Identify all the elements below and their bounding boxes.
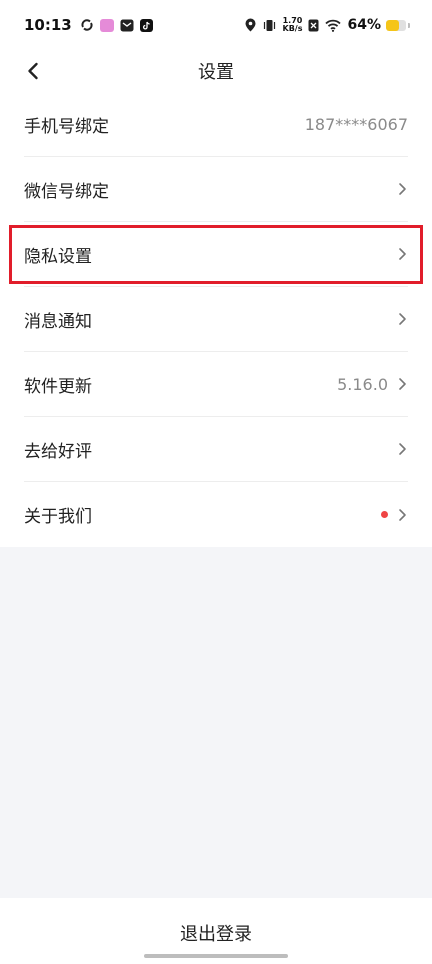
settings-row-about-us[interactable]: 关于我们 — [24, 482, 408, 547]
settings-row-privacy[interactable]: 隐私设置 — [9, 222, 423, 287]
battery-icon — [386, 19, 406, 31]
location-icon — [245, 18, 256, 32]
chevron-right-icon — [396, 182, 408, 196]
settings-row-label: 去给好评 — [24, 441, 92, 462]
settings-row-right — [381, 508, 408, 522]
settings-row-right — [396, 312, 408, 326]
battery-tip — [408, 22, 410, 28]
version-value: 5.16.0 — [337, 374, 388, 394]
settings-row-label: 手机号绑定 — [24, 116, 109, 137]
battery-indicator: 64% — [347, 17, 410, 33]
chevron-left-icon — [28, 62, 38, 80]
settings-row-software-update[interactable]: 软件更新 5.16.0 — [24, 352, 408, 417]
settings-row-rate-app[interactable]: 去给好评 — [24, 417, 408, 482]
chevron-right-icon — [396, 377, 408, 391]
back-button[interactable] — [20, 58, 46, 84]
home-indicator[interactable] — [144, 954, 288, 958]
logout-bar: 退出登录 — [0, 898, 432, 964]
navigation-header: 设置 — [0, 50, 432, 92]
app-notification-icon — [99, 18, 114, 32]
settings-row-label: 隐私设置 — [24, 246, 92, 267]
chevron-right-icon — [396, 247, 408, 261]
settings-row-right — [396, 247, 408, 261]
no-sim-icon — [308, 19, 319, 32]
settings-row-notifications[interactable]: 消息通知 — [24, 287, 408, 352]
settings-row-right: 5.16.0 — [337, 375, 408, 394]
chevron-right-icon — [396, 442, 408, 456]
status-bar-right: 1.70 KB/s 64% — [245, 17, 410, 33]
settings-row-wechat-binding[interactable]: 微信号绑定 — [24, 157, 408, 222]
sync-icon — [80, 18, 94, 32]
page-title: 设置 — [198, 62, 234, 83]
phone-number-value: 187****6067 — [304, 114, 408, 134]
settings-row-label: 消息通知 — [24, 311, 92, 332]
status-bar-left: 10:13 — [24, 16, 153, 34]
settings-row-right — [396, 442, 408, 456]
settings-row-right: 187****6067 — [305, 115, 408, 134]
network-speed-unit: KB/s — [282, 24, 303, 33]
vibrate-icon — [262, 19, 277, 32]
mail-icon — [120, 19, 134, 32]
settings-row-label: 关于我们 — [24, 507, 92, 527]
settings-row-right — [396, 182, 408, 196]
logout-button[interactable]: 退出登录 — [180, 920, 252, 946]
new-badge-dot — [381, 511, 388, 518]
battery-percent: 64% — [347, 17, 381, 33]
status-time: 10:13 — [24, 16, 72, 34]
wifi-icon — [325, 19, 342, 32]
settings-row-label: 软件更新 — [24, 376, 92, 397]
battery-fill — [386, 19, 399, 31]
chevron-right-icon — [396, 312, 408, 326]
status-bar: 10:13 1.70 KB/s 64% — [0, 0, 432, 50]
tiktok-icon — [139, 18, 153, 32]
settings-row-label: 微信号绑定 — [24, 181, 109, 202]
chevron-right-icon — [396, 508, 408, 522]
settings-row-phone-binding[interactable]: 手机号绑定 187****6067 — [24, 92, 408, 157]
settings-list: 手机号绑定 187****6067 微信号绑定 隐私设置 消息通知 软件更新 5… — [0, 92, 432, 547]
top-panel: 10:13 1.70 KB/s 64% 设置 手机号绑定 187****6067… — [0, 0, 432, 547]
network-speed: 1.70 KB/s — [283, 17, 303, 33]
